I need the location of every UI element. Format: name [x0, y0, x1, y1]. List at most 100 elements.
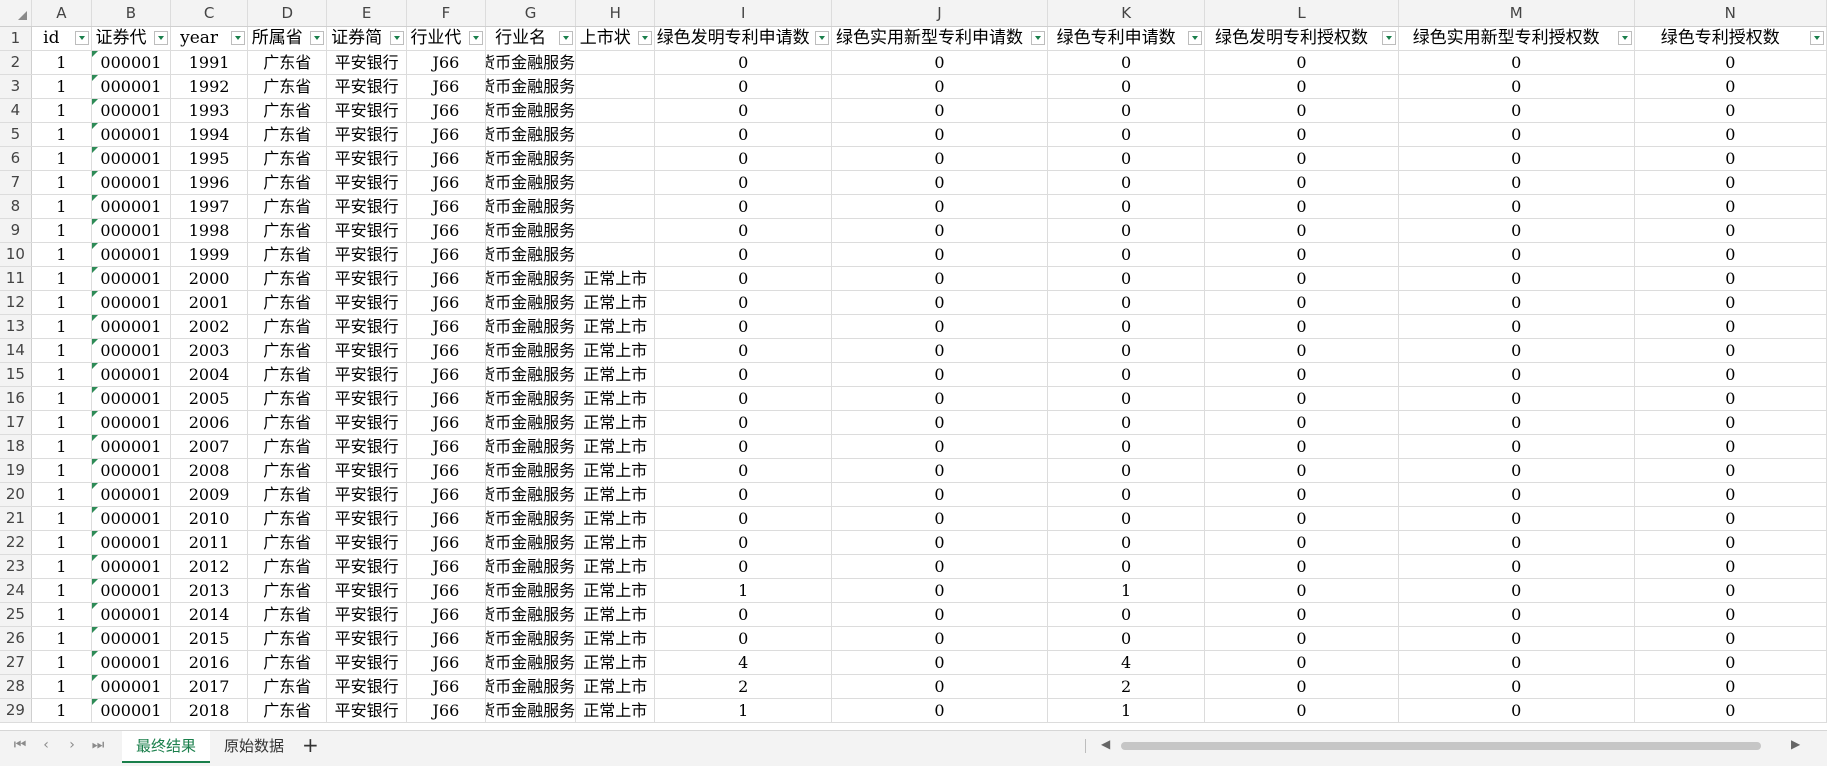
cell-green-utility-grant[interactable]: 0 [1398, 626, 1635, 651]
cell-green-invention-apply[interactable]: 0 [654, 314, 832, 339]
cell-green-patent-grant[interactable]: 0 [1634, 362, 1827, 387]
cell-industry-name[interactable]: 货币金融服务 [485, 698, 577, 723]
cell-green-invention-grant[interactable]: 0 [1204, 626, 1399, 651]
header-cell-industry-code[interactable]: 行业代 [406, 26, 487, 51]
cell-industry-name[interactable]: 货币金融服务 [485, 458, 577, 483]
cell-green-invention-grant[interactable]: 0 [1204, 554, 1399, 579]
cell-code[interactable]: 000001 [91, 146, 172, 171]
row-header[interactable]: 23 [0, 554, 32, 579]
header-cell-id[interactable]: id [31, 26, 92, 51]
column-header-L[interactable]: L [1204, 0, 1399, 27]
cell-industry-name[interactable]: 货币金融服务 [485, 362, 577, 387]
header-cell-green-utility-grant[interactable]: 绿色实用新型专利授权数 [1398, 26, 1635, 51]
cell-green-utility-apply[interactable]: 0 [831, 242, 1049, 267]
cell-green-utility-grant[interactable]: 0 [1398, 194, 1635, 219]
cell-listing-status[interactable]: 正常上市 [575, 338, 656, 363]
cell-listing-status[interactable]: 正常上市 [575, 674, 656, 699]
cell-year[interactable]: 1992 [170, 74, 249, 99]
cell-year[interactable]: 1999 [170, 242, 249, 267]
cell-id[interactable]: 1 [31, 194, 92, 219]
filter-dropdown-icon[interactable] [1810, 31, 1824, 45]
cell-green-patent-grant[interactable]: 0 [1634, 290, 1827, 315]
cell-industry-code[interactable]: J66 [406, 194, 487, 219]
row-header[interactable]: 5 [0, 122, 32, 147]
cell-industry-name[interactable]: 货币金融服务 [485, 194, 577, 219]
filter-dropdown-icon[interactable] [1188, 31, 1203, 45]
cell-id[interactable]: 1 [31, 482, 92, 507]
cell-year[interactable]: 1997 [170, 194, 249, 219]
cell-green-utility-apply[interactable]: 0 [831, 50, 1049, 75]
cell-green-invention-grant[interactable]: 0 [1204, 650, 1399, 675]
cell-listing-status[interactable]: 正常上市 [575, 506, 656, 531]
row-header[interactable]: 2 [0, 50, 32, 75]
cell-green-patent-grant[interactable]: 0 [1634, 626, 1827, 651]
row-header[interactable]: 1 [0, 26, 32, 51]
cell-id[interactable]: 1 [31, 218, 92, 243]
cell-green-patent-grant[interactable]: 0 [1634, 242, 1827, 267]
cell-green-utility-apply[interactable]: 0 [831, 434, 1049, 459]
cell-province[interactable]: 广东省 [247, 290, 328, 315]
cell-id[interactable]: 1 [31, 458, 92, 483]
cell-green-patent-apply[interactable]: 0 [1047, 482, 1206, 507]
cell-short-name[interactable]: 平安银行 [326, 458, 407, 483]
cell-industry-code[interactable]: J66 [406, 74, 487, 99]
cell-green-invention-grant[interactable]: 0 [1204, 458, 1399, 483]
cell-province[interactable]: 广东省 [247, 674, 328, 699]
spreadsheet-grid[interactable]: A B C D E F G H I J K L M N 1 id 证券代 yea… [0, 0, 1827, 730]
cell-province[interactable]: 广东省 [247, 146, 328, 171]
cell-green-patent-grant[interactable]: 0 [1634, 314, 1827, 339]
cell-green-utility-grant[interactable]: 0 [1398, 290, 1635, 315]
header-cell-short-name[interactable]: 证券简 [326, 26, 407, 51]
header-cell-year[interactable]: year [170, 26, 249, 51]
cell-short-name[interactable]: 平安银行 [326, 290, 407, 315]
row-header[interactable]: 22 [0, 530, 32, 555]
cell-green-invention-apply[interactable]: 2 [654, 674, 832, 699]
cell-industry-name[interactable]: 货币金融服务 [485, 170, 577, 195]
cell-green-invention-grant[interactable]: 0 [1204, 218, 1399, 243]
cell-industry-name[interactable]: 货币金融服务 [485, 434, 577, 459]
cell-green-invention-grant[interactable]: 0 [1204, 290, 1399, 315]
cell-green-patent-grant[interactable]: 0 [1634, 170, 1827, 195]
cell-code[interactable]: 000001 [91, 458, 172, 483]
cell-industry-code[interactable]: J66 [406, 506, 487, 531]
cell-listing-status[interactable]: 正常上市 [575, 314, 656, 339]
cell-green-patent-apply[interactable]: 0 [1047, 434, 1206, 459]
cell-province[interactable]: 广东省 [247, 698, 328, 723]
cell-id[interactable]: 1 [31, 698, 92, 723]
cell-green-utility-grant[interactable]: 0 [1398, 50, 1635, 75]
cell-year[interactable]: 2012 [170, 554, 249, 579]
cell-green-utility-grant[interactable]: 0 [1398, 434, 1635, 459]
cell-green-invention-grant[interactable]: 0 [1204, 602, 1399, 627]
cell-industry-name[interactable]: 货币金融服务 [485, 122, 577, 147]
cell-id[interactable]: 1 [31, 50, 92, 75]
cell-green-patent-apply[interactable]: 0 [1047, 170, 1206, 195]
cell-province[interactable]: 广东省 [247, 410, 328, 435]
cell-industry-code[interactable]: J66 [406, 242, 487, 267]
cell-code[interactable]: 000001 [91, 410, 172, 435]
cell-green-invention-grant[interactable]: 0 [1204, 434, 1399, 459]
cell-green-utility-grant[interactable]: 0 [1398, 410, 1635, 435]
cell-green-invention-grant[interactable]: 0 [1204, 74, 1399, 99]
cell-green-patent-apply[interactable]: 1 [1047, 698, 1206, 723]
row-header[interactable]: 18 [0, 434, 32, 459]
cell-province[interactable]: 广东省 [247, 578, 328, 603]
filter-dropdown-icon[interactable] [154, 31, 169, 45]
cell-year[interactable]: 2001 [170, 290, 249, 315]
cell-id[interactable]: 1 [31, 530, 92, 555]
cell-short-name[interactable]: 平安银行 [326, 242, 407, 267]
cell-green-utility-apply[interactable]: 0 [831, 146, 1049, 171]
cell-year[interactable]: 1995 [170, 146, 249, 171]
cell-green-patent-apply[interactable]: 0 [1047, 50, 1206, 75]
row-header[interactable]: 15 [0, 362, 32, 387]
cell-industry-name[interactable]: 货币金融服务 [485, 482, 577, 507]
cell-code[interactable]: 000001 [91, 362, 172, 387]
cell-green-patent-grant[interactable]: 0 [1634, 554, 1827, 579]
column-header-E[interactable]: E [326, 0, 407, 27]
cell-year[interactable]: 1998 [170, 218, 249, 243]
cell-green-patent-apply[interactable]: 0 [1047, 602, 1206, 627]
cell-green-patent-apply[interactable]: 4 [1047, 650, 1206, 675]
cell-green-utility-grant[interactable]: 0 [1398, 146, 1635, 171]
cell-listing-status[interactable]: 正常上市 [575, 578, 656, 603]
cell-id[interactable]: 1 [31, 626, 92, 651]
filter-dropdown-icon[interactable] [74, 31, 89, 45]
